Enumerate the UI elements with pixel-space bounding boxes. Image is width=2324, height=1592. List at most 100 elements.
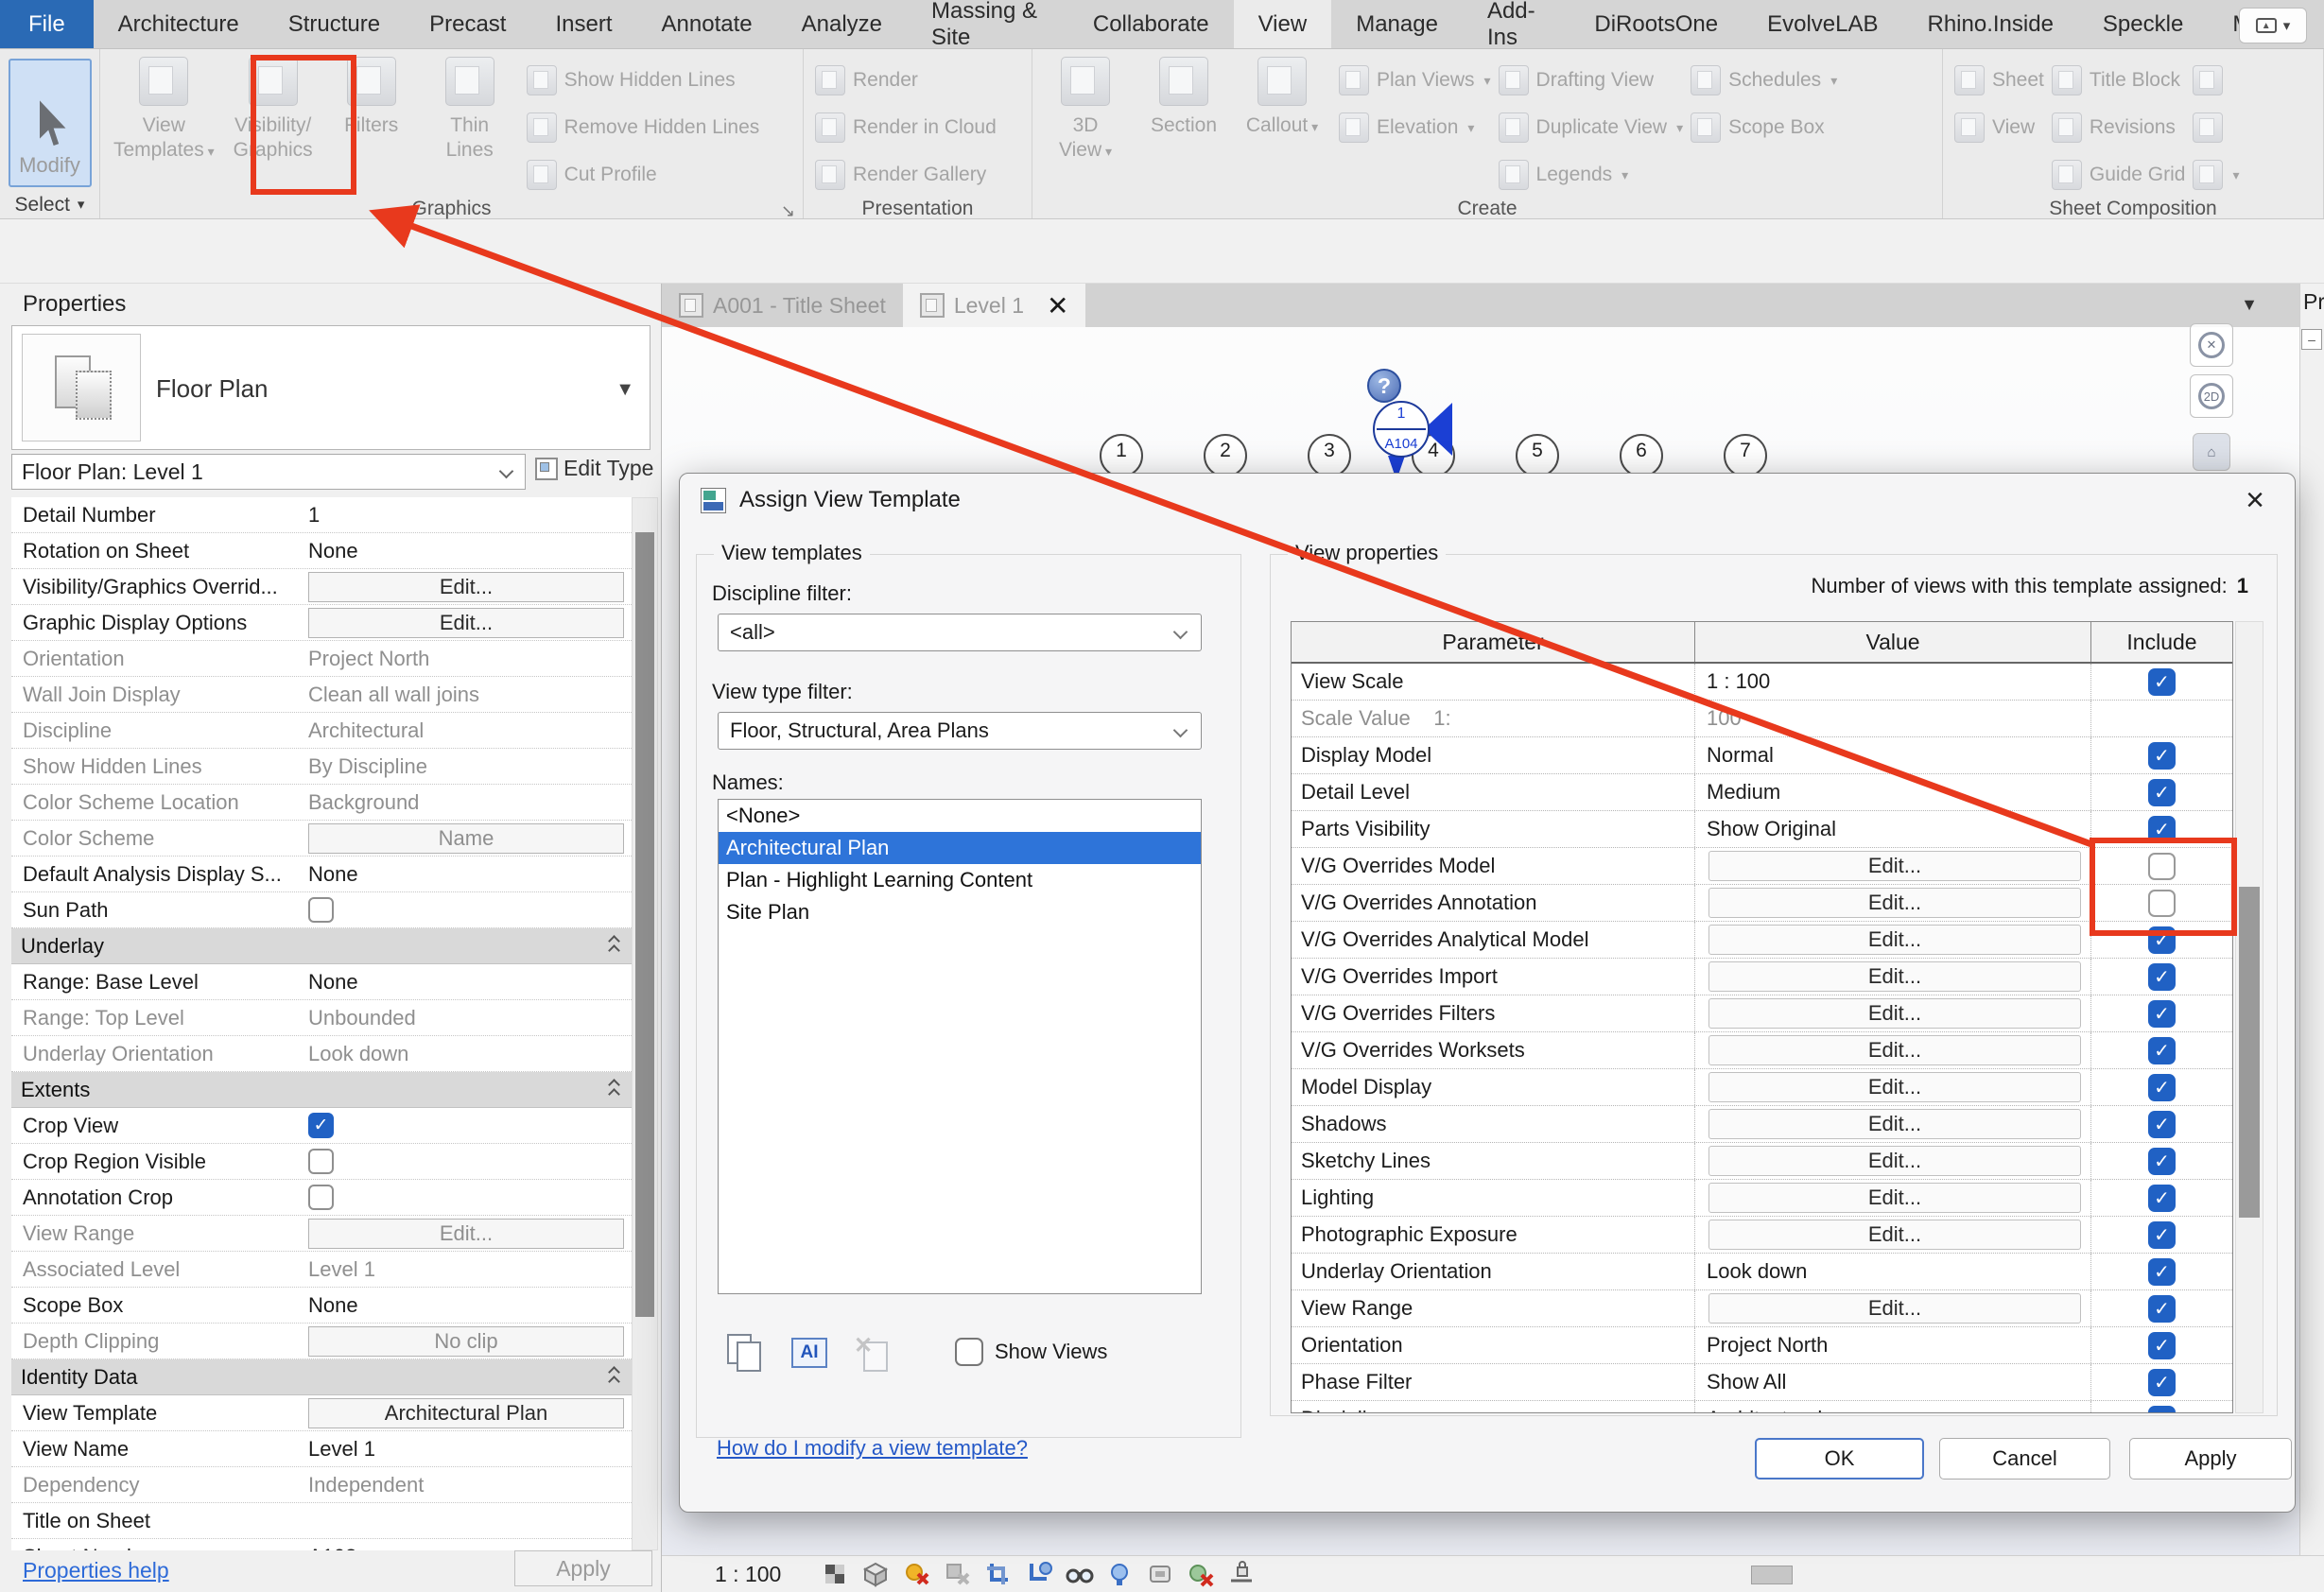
property-button-depth-clipping[interactable]: No clip	[308, 1326, 624, 1357]
tab-file[interactable]: File	[0, 0, 94, 48]
property-value-depth-clipping[interactable]: No clip	[303, 1324, 632, 1358]
property-value-view-template[interactable]: Architectural Plan	[303, 1395, 632, 1430]
vt-edit-button-v-g-overrides-worksets[interactable]: Edit...	[1708, 1035, 2081, 1065]
vt-value-v-g-overrides-filters[interactable]: Edit...	[1695, 995, 2091, 1031]
property-checkbox-crop-view[interactable]: ✓	[308, 1113, 334, 1138]
vt-value-underlay-orientation[interactable]: Look down	[1695, 1254, 2091, 1289]
vt-value-view-scale[interactable]: 1 : 100	[1695, 664, 2091, 700]
tab-massing-site[interactable]: Massing & Site	[907, 0, 1068, 48]
table-scrollbar[interactable]	[2235, 621, 2263, 1413]
vt-value-v-g-overrides-worksets[interactable]: Edit...	[1695, 1032, 2091, 1068]
reveal-hidden-elements-icon[interactable]	[1103, 1558, 1136, 1590]
ribbon-display-toggle[interactable]: ▲▾	[2239, 8, 2307, 43]
tab-insert[interactable]: Insert	[530, 0, 636, 48]
placeholder-view-button[interactable]: View	[1954, 106, 2044, 149]
property-value-rotation-on-sheet[interactable]: None	[303, 533, 632, 568]
property-value-range-top-level[interactable]: Unbounded	[303, 1000, 632, 1035]
tab-view[interactable]: View	[1234, 0, 1332, 48]
detail-level-icon[interactable]	[819, 1558, 851, 1590]
render-button[interactable]: Render	[815, 59, 997, 102]
elevation-button[interactable]: Elevation▾	[1339, 106, 1491, 149]
title-block-button[interactable]: Title Block	[2052, 59, 2186, 102]
instance-selector[interactable]: Floor Plan: Level 1	[11, 454, 526, 490]
vt-value-discipline[interactable]: Architectural	[1695, 1401, 2091, 1413]
guide-grid-button[interactable]: Guide Grid	[2052, 153, 2186, 197]
vt-include-shadows[interactable]: ✓	[2148, 1111, 2176, 1138]
show-views-checkbox[interactable]: Show Views	[955, 1338, 1107, 1366]
collapse-icon[interactable]	[610, 937, 618, 955]
ok-button[interactable]: OK	[1755, 1438, 1924, 1480]
property-button-graphic-display-options[interactable]: Edit...	[308, 608, 624, 638]
duplicate-view-button[interactable]: Duplicate View▾	[1499, 106, 1684, 149]
property-value-title-on-sheet[interactable]	[303, 1503, 632, 1538]
property-value-orientation[interactable]: Project North	[303, 641, 632, 676]
vt-value-sketchy-lines[interactable]: Edit...	[1695, 1143, 2091, 1179]
callout-button[interactable]: Callout ▾	[1233, 55, 1331, 141]
vt-edit-button-v-g-overrides-model[interactable]: Edit...	[1708, 851, 2081, 881]
property-value-range-base-level[interactable]: None	[303, 964, 632, 999]
select-panel-label[interactable]: Select▾	[0, 192, 99, 218]
vt-edit-button-photographic-exposure[interactable]: Edit...	[1708, 1220, 2081, 1250]
schedules-button[interactable]: Schedules▾	[1691, 59, 1837, 102]
property-button-color-scheme[interactable]: Name	[308, 823, 624, 854]
properties-scrollbar[interactable]	[632, 497, 658, 1550]
property-value-sheet-number[interactable]: A103	[303, 1539, 632, 1550]
drafting-view-button[interactable]: Drafting View	[1499, 59, 1684, 102]
collapse-icon[interactable]	[610, 1081, 618, 1099]
vt-edit-button-sketchy-lines[interactable]: Edit...	[1708, 1146, 2081, 1176]
sun-path-icon[interactable]	[900, 1558, 932, 1590]
revisions-button[interactable]: Revisions	[2052, 106, 2186, 149]
property-value-annotation-crop[interactable]	[303, 1180, 632, 1215]
view-tab-a001-title-sheet[interactable]: A001 - Title Sheet	[662, 284, 903, 327]
apply-button[interactable]: Apply	[2129, 1438, 2292, 1480]
vt-include-sketchy-lines[interactable]: ✓	[2148, 1148, 2176, 1175]
reveal-constraints-icon[interactable]	[1225, 1558, 1257, 1590]
help-link[interactable]: How do I modify a view template?	[717, 1436, 1028, 1461]
vt-edit-button-v-g-overrides-analytical-model[interactable]: Edit...	[1708, 925, 2081, 955]
tab-annotate[interactable]: Annotate	[637, 0, 777, 48]
vt-value-v-g-overrides-annotation[interactable]: Edit...	[1695, 885, 2091, 921]
properties-apply-button[interactable]: Apply	[514, 1550, 652, 1586]
tab-dirootsone[interactable]: DiRootsOne	[1570, 0, 1743, 48]
vt-value-model-display[interactable]: Edit...	[1695, 1069, 2091, 1105]
tab-add-ins[interactable]: Add-Ins	[1463, 0, 1570, 48]
vt-include-discipline[interactable]: ✓	[2148, 1406, 2176, 1414]
type-selector[interactable]: Floor Plan ▼	[11, 325, 650, 450]
temporary-hide-isolate-icon[interactable]	[1063, 1558, 1095, 1590]
cut-profile-button[interactable]: Cut Profile	[527, 153, 760, 197]
property-value-color-scheme-location[interactable]: Background	[303, 785, 632, 820]
thin-lines-button[interactable]: ThinLines	[421, 55, 519, 164]
vt-edit-button-lighting[interactable]: Edit...	[1708, 1183, 2081, 1213]
tab-collaborate[interactable]: Collaborate	[1068, 0, 1234, 48]
render-gallery-button[interactable]: Render Gallery	[815, 153, 997, 197]
show-hidden-lines-button[interactable]: Show Hidden Lines	[527, 59, 760, 102]
view-template-option-site-plan[interactable]: Site Plan	[719, 896, 1201, 928]
view-template-option-none[interactable]: <None>	[719, 800, 1201, 832]
view-template-option-plan-highlight-learning-content[interactable]: Plan - Highlight Learning Content	[719, 864, 1201, 896]
modify-button[interactable]: Modify	[9, 59, 92, 187]
tab-evolvelab[interactable]: EvolveLAB	[1743, 0, 1902, 48]
property-value-default-analysis-display-s[interactable]: None	[303, 857, 632, 891]
2d-wheel-icon[interactable]: 2D	[2190, 374, 2233, 418]
vt-value-v-g-overrides-model[interactable]: Edit...	[1695, 848, 2091, 884]
vt-include-orientation[interactable]: ✓	[2148, 1332, 2176, 1359]
view-templates-button[interactable]: ViewTemplates ▾	[104, 55, 224, 165]
property-value-associated-level[interactable]: Level 1	[303, 1252, 632, 1287]
view-type-filter-select[interactable]: Floor, Structural, Area Plans	[718, 712, 1202, 750]
zoom-icon[interactable]: ⌂	[2193, 433, 2230, 471]
vt-value-parts-visibility[interactable]: Show Original	[1695, 811, 2091, 847]
vt-value-display-model[interactable]: Normal	[1695, 737, 2091, 773]
vt-edit-button-view-range[interactable]: Edit...	[1708, 1293, 2081, 1324]
navigation-wheel-icon[interactable]: ✕	[2190, 323, 2233, 367]
vt-include-model-display[interactable]: ✓	[2148, 1074, 2176, 1101]
vt-value-orientation[interactable]: Project North	[1695, 1327, 2091, 1363]
property-value-sun-path[interactable]	[303, 892, 632, 927]
property-button-visibility-graphics-overrid[interactable]: Edit...	[308, 572, 624, 602]
view-template-option-architectural-plan[interactable]: Architectural Plan	[719, 832, 1201, 864]
collapse-icon[interactable]	[610, 1368, 618, 1386]
tab-precast[interactable]: Precast	[405, 0, 530, 48]
legends-button[interactable]: Legends▾	[1499, 153, 1684, 197]
hide-analytical-model-icon[interactable]	[1185, 1558, 1217, 1590]
vt-include-v-g-overrides-filters[interactable]: ✓	[2148, 1000, 2176, 1028]
vt-value-v-g-overrides-analytical-model[interactable]: Edit...	[1695, 922, 2091, 958]
